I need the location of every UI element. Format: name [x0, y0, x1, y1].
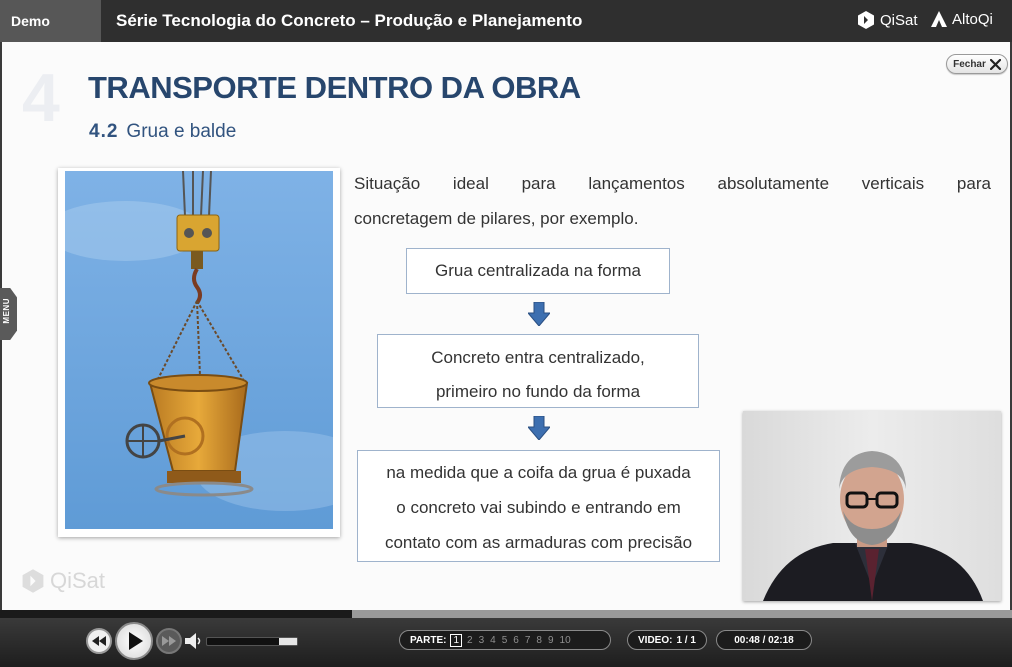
close-button[interactable]: Fechar [946, 54, 1008, 74]
qisat-logo-text: QiSat [880, 11, 918, 29]
volume-slider[interactable] [206, 637, 298, 646]
intro-word: lançamentos [588, 174, 685, 193]
subsection-number: 4.2 [89, 121, 119, 142]
part-button-7[interactable]: 7 [524, 635, 532, 646]
fast-forward-icon [162, 636, 176, 646]
part-button-1[interactable]: 1 [450, 633, 463, 647]
arrow-down-icon [528, 302, 550, 326]
altoqi-logo-icon [931, 11, 947, 27]
presenter-video [743, 411, 1001, 601]
intro-word: para [521, 174, 556, 193]
flow-step-3-line-3: contato com as armaduras com precisão [384, 533, 693, 552]
top-bar: Demo Série Tecnologia do Concreto – Prod… [0, 0, 1012, 42]
qisat-watermark-text: QiSat [50, 568, 106, 593]
flow-step-2-line-1: Concreto entra centralizado, [431, 348, 645, 367]
part-button-8[interactable]: 8 [535, 635, 543, 646]
video-label: VIDEO: [638, 634, 673, 646]
altoqi-logo: AltoQi [930, 10, 993, 28]
part-button-6[interactable]: 6 [512, 635, 520, 646]
section-title: TRANSPORTE DENTRO DA OBRA [88, 70, 581, 105]
close-button-label: Fechar [953, 58, 986, 70]
time-value: 00:48 / 02:18 [734, 634, 794, 646]
video-progress-fill [0, 610, 353, 618]
flow-step-3-line-2: o concreto vai subindo e entrando em [396, 498, 681, 517]
demo-label: Demo [0, 0, 101, 42]
rewind-button[interactable] [86, 628, 112, 654]
volume-button[interactable] [184, 632, 204, 650]
part-button-2[interactable]: 2 [466, 635, 474, 646]
intro-word: verticais [861, 174, 925, 193]
intro-word: ideal [452, 174, 489, 193]
menu-tab[interactable]: MENU [0, 288, 17, 340]
photo-frame [58, 168, 340, 537]
flow-step-3-line-1: na medida que a coifa da grua é puxada [386, 463, 691, 482]
flow-step-2-line-2: primeiro no fundo da forma [435, 382, 641, 401]
intro-line-1: Situação ideal para lançamentos absoluta… [354, 166, 991, 201]
flow-step-2: Concreto entra centralizado, primeiro no… [377, 334, 699, 408]
part-button-3[interactable]: 3 [478, 635, 486, 646]
intro-line-2: concretagem de pilares, por exemplo. [354, 209, 639, 228]
qisat-watermark: QiSat [20, 568, 105, 594]
menu-tab-label: MENU [2, 298, 11, 324]
time-display: 00:48 / 02:18 [716, 630, 812, 650]
subsection-title: Grua e balde [126, 121, 237, 142]
section-number: 4 [22, 60, 60, 136]
rewind-icon [92, 636, 106, 646]
qisat-watermark-icon [22, 569, 44, 593]
intro-word: para [956, 174, 991, 193]
close-icon [989, 58, 1001, 70]
intro-word: absolutamente [717, 174, 830, 193]
fast-forward-button[interactable] [156, 628, 182, 654]
parts-label: PARTE: [410, 634, 447, 646]
crane-bucket-photo [65, 171, 333, 529]
slide-area: 4 TRANSPORTE DENTRO DA OBRA 4.2 Grua e ba… [0, 42, 1012, 610]
part-button-4[interactable]: 4 [489, 635, 497, 646]
qisat-logo-icon [858, 11, 874, 29]
part-button-10[interactable]: 10 [559, 635, 572, 646]
video-counter: VIDEO: 1 / 1 [627, 630, 707, 650]
parts-navigator: PARTE: 1 2 3 4 5 6 7 8 9 10 [399, 630, 611, 650]
flow-step-3: na medida que a coifa da grua é puxada o… [357, 450, 720, 562]
part-button-5[interactable]: 5 [501, 635, 509, 646]
volume-slider-fill [279, 638, 297, 645]
video-progress-bar[interactable] [0, 610, 1012, 618]
altoqi-logo-text: AltoQi [952, 10, 993, 28]
qisat-logo: QiSat [856, 10, 918, 30]
arrow-down-icon [528, 416, 550, 440]
intro-paragraph: Situação ideal para lançamentos absoluta… [354, 166, 991, 236]
speaker-icon [185, 633, 201, 649]
intro-word: Situação [354, 174, 421, 193]
course-title: Série Tecnologia do Concreto – Produção … [116, 11, 583, 30]
play-button[interactable] [115, 622, 153, 660]
video-value: 1 / 1 [676, 634, 696, 646]
play-icon [129, 632, 143, 650]
part-button-9[interactable]: 9 [547, 635, 555, 646]
subsection-heading: 4.2 Grua e balde [89, 121, 236, 143]
player-controls: PARTE: 1 2 3 4 5 6 7 8 9 10 VIDEO: 1 / 1… [0, 618, 1012, 667]
flow-step-1: Grua centralizada na forma [406, 248, 670, 294]
